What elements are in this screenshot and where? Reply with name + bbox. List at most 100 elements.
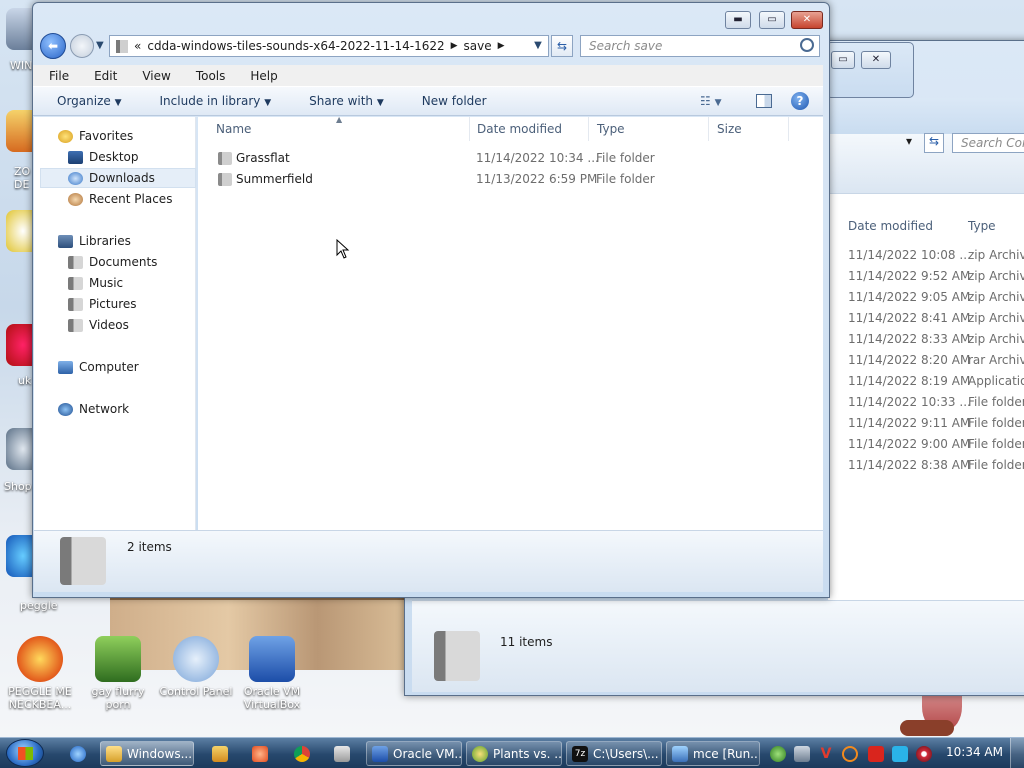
nav-videos[interactable]: Videos	[68, 315, 129, 335]
preview-pane-icon[interactable]	[756, 94, 772, 108]
include-in-library-label: Include in library	[159, 94, 261, 108]
search-input[interactable]: Search save	[580, 35, 820, 57]
nav-desktop[interactable]: Desktop	[68, 147, 139, 167]
organize-button[interactable]: Organize ▼	[33, 94, 136, 108]
column-header-name[interactable]: Name	[208, 117, 470, 141]
table-row[interactable]: 11/14/2022 10:33 ...File folder	[848, 392, 1024, 413]
chrome-icon[interactable]	[294, 746, 310, 762]
recent-pages-dropdown[interactable]: ▼	[96, 40, 104, 51]
tray-settings-icon[interactable]	[794, 746, 810, 762]
help-icon[interactable]: ?	[791, 92, 809, 110]
back-button[interactable]: ⬅	[40, 33, 66, 59]
nav-network[interactable]: Network	[58, 399, 129, 419]
back-window-small-window[interactable]: ▭ ✕	[826, 42, 914, 98]
nav-documents[interactable]: Documents	[68, 252, 157, 272]
column-header-type[interactable]: Type	[589, 117, 709, 141]
view-options-button[interactable]: ☷ ▼	[700, 94, 740, 110]
menu-view[interactable]: View	[126, 69, 179, 83]
address-dropdown-button[interactable]: ▼	[529, 37, 547, 55]
menu-help[interactable]: Help	[234, 69, 286, 83]
list-item[interactable]: Grassflat 11/14/2022 10:34 ... File fold…	[198, 148, 798, 169]
desktop-icon-virtualbox[interactable]: Oracle VM VirtualBox	[232, 636, 312, 711]
nav-music[interactable]: Music	[68, 273, 123, 293]
table-row[interactable]: 11/14/2022 10:08 ...zip Archive	[848, 245, 1024, 266]
share-with-button[interactable]: Share with ▼	[285, 94, 398, 108]
tray-flag-icon[interactable]	[868, 746, 884, 762]
row-type: zip Archive	[968, 332, 1024, 346]
nav-downloads-label-row[interactable]: Downloads	[68, 168, 155, 188]
breadcrumb-chevron[interactable]: «	[134, 39, 141, 53]
calculator-icon[interactable]	[334, 746, 350, 762]
menu-edit[interactable]: Edit	[78, 69, 126, 83]
table-row[interactable]: 11/14/2022 9:52 AMzip Archive	[848, 266, 1024, 287]
search-icon[interactable]	[800, 38, 814, 52]
close-button[interactable]: ✕	[791, 11, 823, 29]
nav-pictures[interactable]: Pictures	[68, 294, 137, 314]
menu-tools[interactable]: Tools	[180, 69, 235, 83]
tray-speaker-icon[interactable]	[916, 746, 932, 762]
taskbar-button-7zip[interactable]: 7z C:\Users\...	[566, 741, 662, 766]
back-window-search-input[interactable]: Search Com	[952, 133, 1024, 153]
column-header-date[interactable]: Date modified	[469, 117, 589, 141]
nav-recent-places[interactable]: Recent Places	[68, 189, 172, 209]
tray-antivirus-icon[interactable]: V	[818, 746, 834, 762]
taskbar-button-virtualbox[interactable]: Oracle VM...	[366, 741, 462, 766]
media-player-icon[interactable]	[212, 746, 228, 762]
nav-libraries[interactable]: Libraries	[58, 231, 131, 251]
desktop-icon-control-panel[interactable]: Control Panel	[156, 636, 236, 698]
nav-label: Network	[79, 402, 130, 416]
breadcrumb-segment[interactable]: cdda-windows-tiles-sounds-x64-2022-11-14…	[147, 39, 444, 53]
address-bar[interactable]: « cdda-windows-tiles-sounds-x64-2022-11-…	[109, 35, 549, 57]
menu-file[interactable]: File	[33, 69, 78, 83]
column-header-date[interactable]: Date modified	[848, 216, 968, 237]
small-window-maximize-button[interactable]: ▭	[831, 51, 855, 69]
minimize-button[interactable]: ▬	[725, 11, 751, 29]
maximize-button[interactable]: ▭	[759, 11, 785, 29]
refresh-button[interactable]: ⇆	[551, 35, 573, 57]
start-button[interactable]	[6, 739, 44, 767]
breadcrumb-segment[interactable]: save	[464, 39, 492, 53]
table-row[interactable]: 11/14/2022 8:38 AMFile folder	[848, 455, 1024, 476]
table-row[interactable]: 11/14/2022 8:33 AMzip Archive	[848, 329, 1024, 350]
breadcrumb-arrow-icon[interactable]: ▶	[498, 41, 505, 51]
table-row[interactable]: 11/14/2022 8:20 AMrar Archive	[848, 350, 1024, 371]
show-desktop-button[interactable]	[1010, 738, 1024, 768]
taskbar-button-label: Plants vs. ...	[493, 747, 562, 761]
folder-icon	[116, 39, 128, 53]
column-header-size[interactable]: Size	[709, 117, 789, 141]
clock[interactable]: 10:34 AM	[946, 745, 1003, 759]
taskbar-button-mce[interactable]: mce [Run...	[666, 741, 760, 766]
include-in-library-button[interactable]: Include in library ▼	[136, 94, 286, 108]
taskbar-button-explorer[interactable]: Windows...	[100, 741, 194, 766]
nav-favorites[interactable]: Favorites	[58, 126, 133, 146]
row-date: 11/14/2022 8:19 AM	[848, 374, 971, 388]
taskbar-button-plants-vs-zombies[interactable]: Plants vs. ...	[466, 741, 562, 766]
tray-search-icon[interactable]	[842, 746, 858, 762]
new-folder-button[interactable]: New folder	[398, 94, 501, 108]
small-window-close-button[interactable]: ✕	[861, 51, 891, 69]
chevron-down-icon: ▼	[376, 98, 384, 108]
table-row[interactable]: 11/14/2022 9:00 AMFile folder	[848, 434, 1024, 455]
table-row[interactable]: 11/14/2022 9:11 AMFile folder	[848, 413, 1024, 434]
desktop-icon-label: Oracle VM VirtualBox	[243, 685, 301, 711]
refresh-icon[interactable]: ⇆	[924, 133, 944, 153]
folder-large-icon	[60, 537, 106, 585]
table-row[interactable]: 11/14/2022 8:41 AMzip Archive	[848, 308, 1024, 329]
breadcrumb-arrow-icon[interactable]: ▶	[451, 41, 458, 51]
taskbar-button-label: C:\Users\...	[593, 747, 659, 761]
row-date: 11/14/2022 9:00 AM	[848, 437, 971, 451]
desktop-icon-gay-flurry[interactable]: gay flurry porn	[78, 636, 158, 711]
dropdown-arrow-icon[interactable]: ▾	[906, 134, 922, 154]
peggle-taskbar-icon[interactable]	[252, 746, 268, 762]
forward-button[interactable]	[70, 34, 94, 58]
desktop-icon-label: PEGGLE ME NECKBEA...	[8, 685, 72, 711]
ie-icon[interactable]	[70, 746, 86, 762]
table-row[interactable]: 11/14/2022 9:05 AMzip Archive	[848, 287, 1024, 308]
tray-monitor-icon[interactable]	[892, 746, 908, 762]
nav-computer[interactable]: Computer	[58, 357, 139, 377]
desktop-icon-peggle[interactable]: PEGGLE ME NECKBEA...	[0, 636, 80, 711]
table-row[interactable]: 11/14/2022 8:19 AMApplication	[848, 371, 1024, 392]
list-item[interactable]: Summerfield 11/13/2022 6:59 PM File fold…	[198, 169, 798, 190]
tray-network-icon[interactable]	[770, 746, 786, 762]
column-header-type[interactable]: Type	[968, 216, 996, 237]
